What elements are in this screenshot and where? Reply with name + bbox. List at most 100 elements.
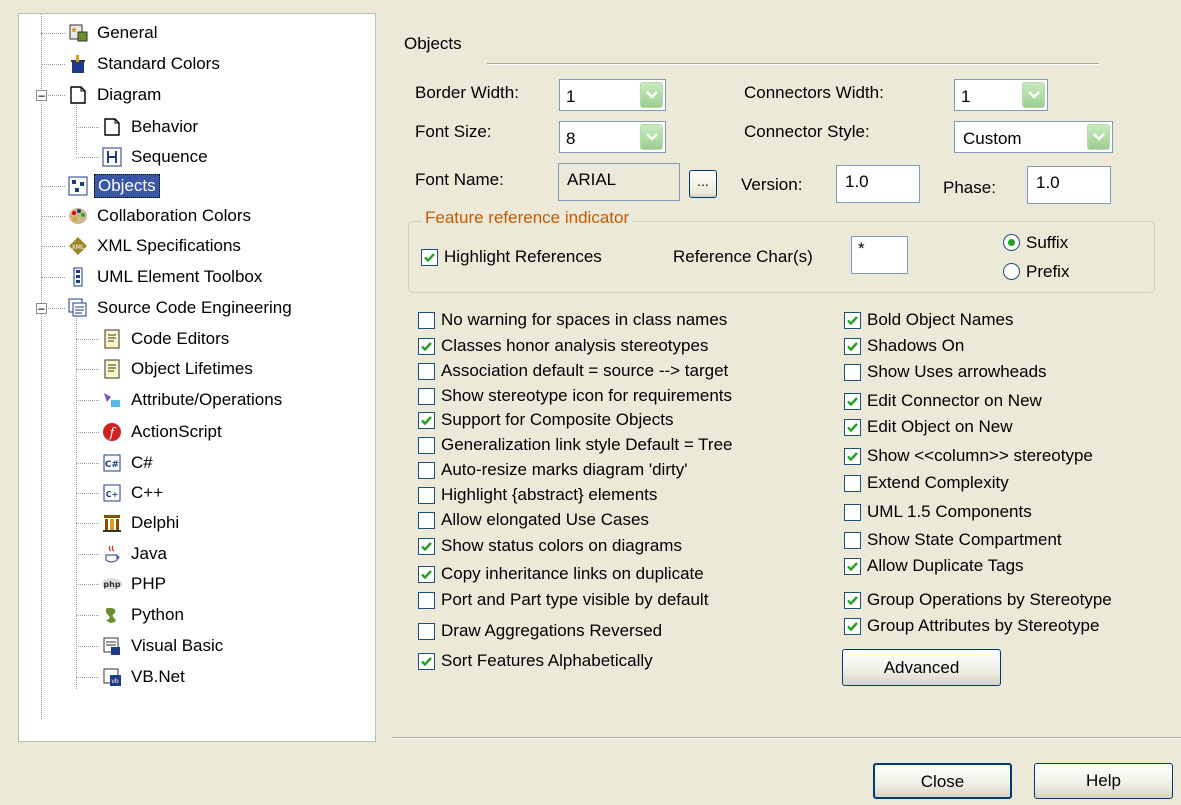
- option-sort-features-alphabetically[interactable]: Sort Features Alphabetically: [418, 649, 653, 673]
- option-group-attributes-by-stereotype[interactable]: Group Attributes by Stereotype: [844, 614, 1099, 638]
- checkbox[interactable]: [418, 387, 435, 405]
- checkbox[interactable]: [844, 418, 861, 436]
- option-show-uses-arrowheads[interactable]: Show Uses arrowheads: [844, 360, 1047, 384]
- checkbox[interactable]: [418, 565, 435, 583]
- tree-item-objects[interactable]: Objects: [67, 173, 160, 199]
- option-shadows-on[interactable]: Shadows On: [844, 334, 964, 358]
- checkbox[interactable]: [844, 591, 861, 609]
- chevron-down-icon[interactable]: [640, 124, 663, 150]
- checkbox[interactable]: [844, 337, 861, 355]
- tree-item-php[interactable]: php PHP: [101, 571, 169, 597]
- checkbox[interactable]: [844, 392, 861, 410]
- tree-item-source-code-engineering[interactable]: Source Code Engineering: [67, 295, 295, 321]
- option-extend-complexity[interactable]: Extend Complexity: [844, 471, 1009, 495]
- close-button[interactable]: Close: [873, 763, 1012, 799]
- checkbox[interactable]: [844, 447, 861, 465]
- checkbox[interactable]: [418, 652, 435, 670]
- font-name-field[interactable]: ARIAL: [558, 163, 680, 201]
- reference-chars-field[interactable]: *: [851, 236, 908, 274]
- checkbox[interactable]: [418, 511, 435, 529]
- checkbox[interactable]: [418, 311, 435, 329]
- collapse-toggle-icon[interactable]: −: [36, 90, 47, 102]
- checkbox[interactable]: [844, 311, 861, 329]
- option-allow-elongated-use-cases[interactable]: Allow elongated Use Cases: [418, 508, 649, 532]
- font-size-combo[interactable]: 8: [559, 121, 666, 153]
- checkbox[interactable]: [844, 557, 861, 575]
- tree-item-c[interactable]: C# C#: [101, 450, 156, 476]
- advanced-button[interactable]: Advanced: [842, 649, 1001, 686]
- tree-item-java[interactable]: Java: [101, 541, 170, 567]
- chevron-down-icon[interactable]: [640, 82, 663, 108]
- checkbox[interactable]: [418, 461, 435, 479]
- collapse-toggle-icon[interactable]: −: [36, 303, 47, 315]
- option-highlight-abstract-elements[interactable]: Highlight {abstract} elements: [418, 483, 657, 507]
- tree-item-uml-element-toolbox[interactable]: UML Element Toolbox: [67, 264, 265, 290]
- tree-item-attribute-operations[interactable]: Attribute/Operations: [101, 387, 285, 413]
- option-uml-1-5-components[interactable]: UML 1.5 Components: [844, 500, 1032, 524]
- tree-item-object-lifetimes[interactable]: Object Lifetimes: [101, 356, 256, 382]
- checkbox[interactable]: [844, 531, 861, 549]
- option-support-for-composite-objects[interactable]: Support for Composite Objects: [418, 408, 673, 432]
- option-classes-honor-analysis-stereotypes[interactable]: Classes honor analysis stereotypes: [418, 334, 708, 358]
- tree-item-sequence[interactable]: Sequence: [101, 144, 211, 170]
- browse-font-button[interactable]: ...: [689, 170, 717, 198]
- tree-item-xml-specifications[interactable]: XML XML Specifications: [67, 233, 244, 259]
- version-field[interactable]: 1.0: [836, 165, 920, 203]
- checkbox[interactable]: [418, 362, 435, 380]
- option-show-stereotype-icon-for-requirements[interactable]: Show stereotype icon for requirements: [418, 384, 732, 408]
- option-label: UML 1.5 Components: [867, 502, 1032, 521]
- tree-item-delphi[interactable]: Delphi: [101, 510, 182, 536]
- tree-item-code-editors[interactable]: Code Editors: [101, 326, 232, 352]
- tree-item-c[interactable]: C+ C++: [101, 480, 166, 506]
- help-button[interactable]: Help: [1034, 763, 1173, 799]
- option-bold-object-names[interactable]: Bold Object Names: [844, 308, 1013, 332]
- chevron-down-icon[interactable]: [1022, 82, 1045, 108]
- tree-item-diagram[interactable]: Diagram: [67, 82, 164, 108]
- option-show-state-compartment[interactable]: Show State Compartment: [844, 528, 1062, 552]
- checkbox[interactable]: [844, 474, 861, 492]
- tree-item-python[interactable]: Python: [101, 602, 187, 628]
- option-generalization-link-style-default-tree[interactable]: Generalization link style Default = Tree: [418, 433, 733, 457]
- chevron-down-icon[interactable]: [1087, 124, 1110, 150]
- checkbox[interactable]: [844, 617, 861, 635]
- option-copy-inheritance-links-on-duplicate[interactable]: Copy inheritance links on duplicate: [418, 562, 704, 586]
- tree-item-standard-colors[interactable]: Standard Colors: [67, 51, 223, 77]
- tree-item-label: Visual Basic: [131, 636, 224, 655]
- checkbox[interactable]: [418, 486, 435, 504]
- option-association-default-source-target[interactable]: Association default = source --> target: [418, 359, 728, 383]
- option-draw-aggregations-reversed[interactable]: Draw Aggregations Reversed: [418, 619, 662, 643]
- checkbox[interactable]: [418, 591, 435, 609]
- option-show-column-stereotype[interactable]: Show <<column>> stereotype: [844, 444, 1093, 468]
- tree-item-actionscript[interactable]: f ActionScript: [101, 419, 225, 445]
- cpp-icon: C+: [101, 482, 123, 504]
- tree-item-collaboration-colors[interactable]: Collaboration Colors: [67, 203, 254, 229]
- phase-field[interactable]: 1.0: [1027, 166, 1111, 204]
- option-group-operations-by-stereotype[interactable]: Group Operations by Stereotype: [844, 588, 1112, 612]
- tree-item-behavior[interactable]: Behavior: [101, 114, 201, 140]
- highlight-references-checkbox[interactable]: Highlight References: [421, 245, 602, 269]
- connector-style-combo[interactable]: Custom: [954, 121, 1113, 153]
- checkbox[interactable]: [418, 337, 435, 355]
- prefix-radio[interactable]: [1003, 263, 1020, 280]
- option-edit-object-on-new[interactable]: Edit Object on New: [844, 415, 1013, 439]
- option-edit-connector-on-new[interactable]: Edit Connector on New: [844, 389, 1042, 413]
- checkbox[interactable]: [418, 537, 435, 555]
- connectors-width-combo[interactable]: 1: [954, 79, 1048, 111]
- option-auto-resize-marks-diagram-dirty[interactable]: Auto-resize marks diagram 'dirty': [418, 458, 687, 482]
- options-tree[interactable]: General Standard Colors Diagram Behavior Seq…: [18, 13, 376, 742]
- tree-item-general[interactable]: General: [67, 20, 160, 46]
- option-show-status-colors-on-diagrams[interactable]: Show status colors on diagrams: [418, 534, 682, 558]
- checkbox[interactable]: [844, 503, 861, 521]
- option-port-and-part-type-visible-by-default[interactable]: Port and Part type visible by default: [418, 588, 708, 612]
- tree-item-vb-net[interactable]: vb VB.Net: [101, 664, 188, 690]
- option-allow-duplicate-tags[interactable]: Allow Duplicate Tags: [844, 554, 1024, 578]
- suffix-radio[interactable]: [1003, 234, 1020, 251]
- option-no-warning-for-spaces-in-class-names[interactable]: No warning for spaces in class names: [418, 308, 727, 332]
- checkbox[interactable]: [418, 436, 435, 454]
- checkbox[interactable]: [421, 248, 438, 266]
- checkbox[interactable]: [418, 411, 435, 429]
- border-width-combo[interactable]: 1: [559, 79, 666, 111]
- tree-item-visual-basic[interactable]: Visual Basic: [101, 633, 226, 659]
- checkbox[interactable]: [418, 622, 435, 640]
- checkbox[interactable]: [844, 363, 861, 381]
